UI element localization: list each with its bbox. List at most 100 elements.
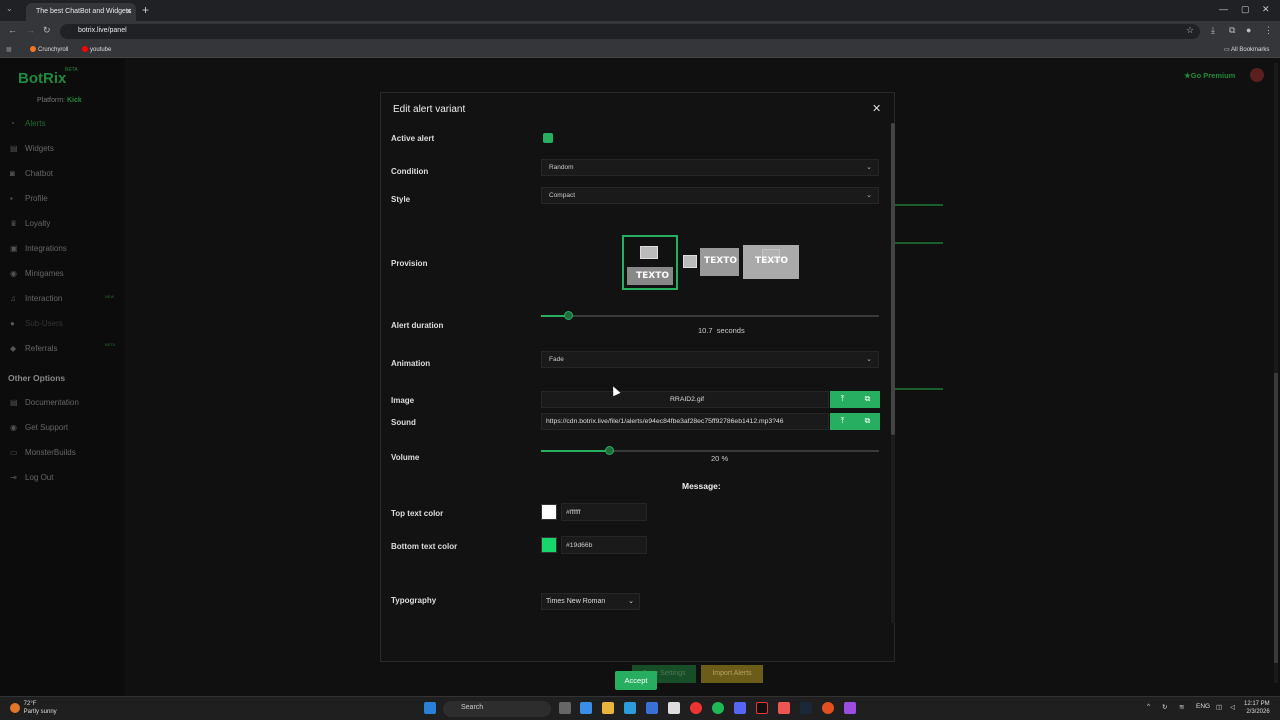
top-color-swatch[interactable] xyxy=(541,504,557,520)
alert-duration-value: 10.7 seconds xyxy=(698,326,745,335)
app-icon[interactable] xyxy=(844,702,856,714)
chevron-down-icon: ⌄ xyxy=(628,598,634,605)
discord-icon[interactable] xyxy=(734,702,746,714)
provision-option[interactable]: TEXTO xyxy=(743,245,799,279)
network-icon[interactable]: ◫ xyxy=(1216,703,1222,711)
close-icon[interactable]: ✕ xyxy=(872,102,881,115)
tiktok-icon[interactable] xyxy=(756,702,768,714)
typography-select[interactable]: Times New Roman ⌄ xyxy=(541,593,640,610)
app-icon[interactable] xyxy=(778,702,790,714)
sidebar-item-get-support[interactable]: ◉ Get Support xyxy=(10,423,68,432)
gallery-icon[interactable]: ⧉ xyxy=(855,413,880,430)
active-alert-checkbox[interactable] xyxy=(543,133,553,143)
bookmark-star-icon[interactable]: ☆ xyxy=(1186,25,1194,36)
file-explorer-icon[interactable] xyxy=(602,702,614,714)
bottom-color-input[interactable]: #19d66b xyxy=(561,536,647,554)
language-indicator[interactable]: ENG xyxy=(1196,703,1210,710)
platform-label: Platform: xyxy=(37,97,66,104)
wifi-icon[interactable]: ≋ xyxy=(1179,703,1184,711)
taskbar-clock[interactable]: 12:17 PM 2/3/2026 xyxy=(1244,700,1270,716)
apps-icon[interactable]: ▦ xyxy=(6,46,12,53)
sync-icon[interactable]: ↻ xyxy=(1162,703,1167,711)
extensions-icon[interactable]: ⧉ xyxy=(1229,25,1235,36)
sidebar-item-integrations[interactable]: ▣ Integrations xyxy=(10,244,67,253)
clock-date: 2/3/2026 xyxy=(1246,709,1270,715)
animation-select[interactable]: Fade ⌄ xyxy=(541,351,879,368)
botrix-logo[interactable]: BotRix xyxy=(18,70,66,87)
top-color-input[interactable]: #ffffff xyxy=(561,503,647,521)
tray-expand-icon[interactable]: ^ xyxy=(1147,703,1150,710)
slider-handle[interactable] xyxy=(564,311,573,320)
windows-start-icon[interactable] xyxy=(424,702,436,714)
sidebar-item-documentation[interactable]: ▤ Documentation xyxy=(10,398,79,407)
sidebar-item-monsterbuilds[interactable]: ▭ MonsterBuilds xyxy=(10,448,76,457)
provision-option[interactable]: TEXTO xyxy=(683,248,739,278)
modal-scrollbar[interactable] xyxy=(891,123,895,623)
volume-icon[interactable]: ◁ xyxy=(1230,703,1235,711)
condition-select[interactable]: Random ⌄ xyxy=(541,159,879,176)
avatar[interactable] xyxy=(1250,68,1264,82)
bookmark-youtube[interactable]: youtube xyxy=(82,46,111,53)
sidebar-item-minigames[interactable]: ◉ Minigames xyxy=(10,269,64,278)
alert-duration-slider[interactable] xyxy=(541,311,879,320)
page-scrollbar[interactable] xyxy=(1274,63,1278,683)
weather-widget[interactable]: 72°F Partly sunny xyxy=(10,700,57,716)
go-premium-link[interactable]: ★Go Premium xyxy=(1184,71,1235,80)
forward-icon[interactable]: → xyxy=(26,25,35,35)
tab-close-icon[interactable]: ✕ xyxy=(125,7,132,16)
gallery-icon[interactable]: ⧉ xyxy=(855,391,880,408)
bottom-color-swatch[interactable] xyxy=(541,537,557,553)
tab-search-icon[interactable]: ⌄ xyxy=(6,4,13,13)
sidebar-item-alerts[interactable]: ◔ Alerts xyxy=(10,119,45,128)
sidebar-item-sub-users[interactable]: ● Sub-Users xyxy=(10,319,63,328)
minimize-icon[interactable]: — xyxy=(1219,4,1228,14)
firefox-icon[interactable] xyxy=(822,702,834,714)
accept-button[interactable]: Accept xyxy=(615,671,657,690)
notepad-icon[interactable] xyxy=(668,702,680,714)
slider-handle[interactable] xyxy=(605,446,614,455)
sidebar-item-referrals[interactable]: ◆ Referrals xyxy=(10,344,57,353)
page-scrollbar-thumb[interactable] xyxy=(1274,373,1278,663)
sidebar: BotRix BETA Platform: Kick ◔ Alerts ▤ Widg… xyxy=(0,58,125,696)
copilot-icon[interactable] xyxy=(580,702,592,714)
all-bookmarks[interactable]: ▭ All Bookmarks xyxy=(1224,46,1269,53)
sidebar-item-label: Sub-Users xyxy=(25,319,63,328)
image-file-field[interactable]: RRAID2.gif xyxy=(541,391,829,408)
modal-scrollbar-thumb[interactable] xyxy=(891,123,895,435)
chrome-icon[interactable] xyxy=(690,702,702,714)
steam-icon[interactable] xyxy=(800,702,812,714)
bookmark-crunchyroll[interactable]: Crunchyroll xyxy=(30,46,68,53)
close-window-icon[interactable]: ✕ xyxy=(1262,4,1270,15)
task-view-icon[interactable] xyxy=(559,702,571,714)
profile-avatar-icon[interactable]: ● xyxy=(1246,25,1251,35)
sidebar-item-log-out[interactable]: ⇥ Log Out xyxy=(10,473,53,482)
import-alerts-button[interactable]: Import Alerts xyxy=(701,665,763,683)
edge-icon[interactable] xyxy=(624,702,636,714)
new-tab-icon[interactable]: + xyxy=(142,3,149,17)
taskbar-search[interactable]: Search xyxy=(443,701,551,717)
provision-option-selected[interactable]: TEXTO xyxy=(622,235,678,290)
browser-tab[interactable]: The best ChatBot and Widgets ✕ xyxy=(26,3,136,21)
background-divider xyxy=(895,204,943,206)
upload-icon[interactable]: ⤒ xyxy=(830,391,855,408)
style-select[interactable]: Compact ⌄ xyxy=(541,187,879,204)
sidebar-item-chatbot[interactable]: ◙ Chatbot xyxy=(10,169,53,178)
sidebar-item-profile[interactable]: ▪ Profile xyxy=(10,194,48,203)
sidebar-item-widgets[interactable]: ▤ Widgets xyxy=(10,144,54,153)
sidebar-item-label: MonsterBuilds xyxy=(25,448,76,457)
sidebar-item-interaction[interactable]: ♫ Interaction xyxy=(10,294,62,303)
maximize-icon[interactable]: ▢ xyxy=(1241,4,1250,15)
platform-value: Kick xyxy=(66,97,82,104)
volume-slider[interactable] xyxy=(541,446,879,455)
alert-duration-label: Alert duration xyxy=(391,321,444,330)
download-icon[interactable]: ⤓ xyxy=(1211,25,1215,36)
back-icon[interactable]: ← xyxy=(8,25,17,35)
store-icon[interactable] xyxy=(646,702,658,714)
sidebar-item-loyalty[interactable]: ♛ Loyalty xyxy=(10,219,50,228)
reload-icon[interactable]: ↻ xyxy=(43,25,51,36)
spotify-icon[interactable] xyxy=(712,702,724,714)
sound-file-field[interactable]: https://cdn.botrix.live/file/1/alerts/e9… xyxy=(541,413,829,430)
menu-icon[interactable]: ⋮ xyxy=(1264,25,1273,36)
url-field[interactable]: botrix.live/panel xyxy=(60,24,1200,39)
upload-icon[interactable]: ⤒ xyxy=(830,413,855,430)
